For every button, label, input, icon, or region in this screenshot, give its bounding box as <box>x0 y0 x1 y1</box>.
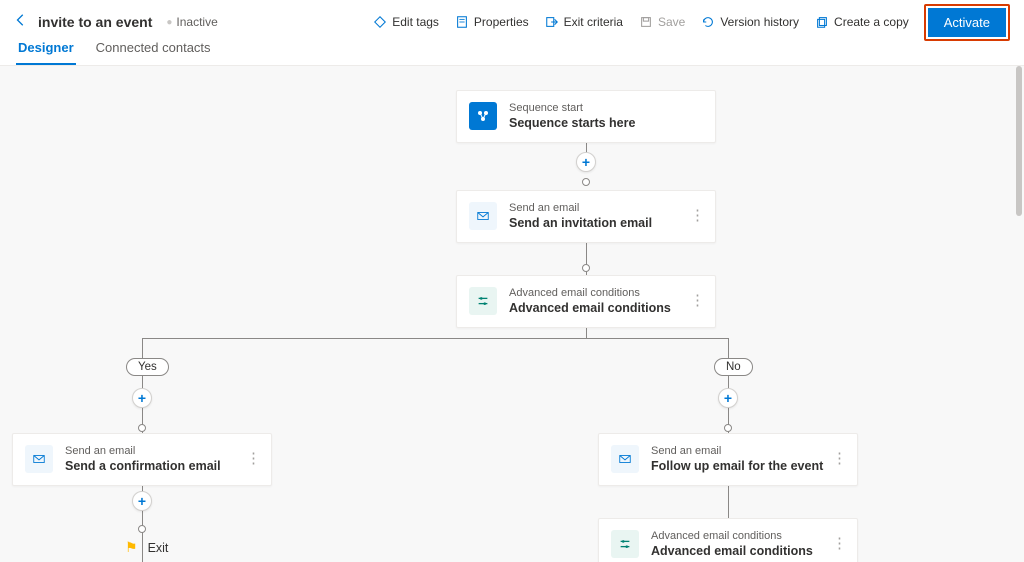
edit-tags-button[interactable]: Edit tags <box>366 11 446 33</box>
port <box>724 424 732 432</box>
create-copy-button[interactable]: Create a copy <box>808 11 916 33</box>
tab-connected-contacts[interactable]: Connected contacts <box>96 40 211 65</box>
node-title: Send an invitation email <box>509 215 652 231</box>
node-exit[interactable]: ⚑ Exit <box>125 539 168 556</box>
add-step-button[interactable]: + <box>718 388 738 408</box>
node-menu-icon[interactable]: ⋮ <box>690 298 705 304</box>
connector <box>142 338 728 339</box>
version-history-button[interactable]: Version history <box>694 11 806 33</box>
node-title: Follow up email for the event <box>651 458 823 474</box>
email-icon <box>611 445 639 473</box>
branch-no-pill: No <box>714 358 753 376</box>
node-menu-icon[interactable]: ⋮ <box>246 456 261 462</box>
activate-highlight: Activate <box>924 4 1010 41</box>
back-icon[interactable] <box>14 13 28 32</box>
node-send-invitation[interactable]: Send an email Send an invitation email ⋮ <box>456 190 716 243</box>
designer-canvas[interactable]: + Yes No + + + Sequence start Sequence s… <box>0 66 1024 562</box>
node-advanced-conditions-2[interactable]: Advanced email conditions Advanced email… <box>598 518 858 562</box>
add-step-button[interactable]: + <box>132 491 152 511</box>
node-title: Advanced email conditions <box>509 300 671 316</box>
save-label: Save <box>658 15 685 29</box>
exit-label: Exit <box>148 541 169 555</box>
exit-criteria-label: Exit criteria <box>564 15 623 29</box>
node-subtitle: Advanced email conditions <box>651 529 813 543</box>
node-subtitle: Send an email <box>651 444 823 458</box>
create-copy-label: Create a copy <box>834 15 909 29</box>
page-title: invite to an event <box>38 14 152 30</box>
node-title: Send a confirmation email <box>65 458 221 474</box>
status-dot-icon: ● <box>166 17 172 28</box>
version-history-label: Version history <box>720 15 799 29</box>
command-bar: Edit tags Properties Exit criteria Save … <box>366 4 1010 41</box>
node-menu-icon[interactable]: ⋮ <box>690 213 705 219</box>
scrollbar[interactable] <box>1016 66 1022 216</box>
status-text: Inactive <box>176 15 217 29</box>
node-title: Sequence starts here <box>509 115 635 131</box>
port <box>138 525 146 533</box>
connector <box>142 338 143 433</box>
save-button: Save <box>632 11 692 33</box>
node-subtitle: Advanced email conditions <box>509 286 671 300</box>
tab-bar: Designer Connected contacts <box>0 36 1024 66</box>
node-title: Advanced email conditions <box>651 543 813 559</box>
header-bar: invite to an event ● Inactive Edit tags … <box>0 0 1024 36</box>
branch-yes-pill: Yes <box>126 358 169 376</box>
condition-icon <box>611 530 639 558</box>
email-icon <box>25 445 53 473</box>
node-subtitle: Send an email <box>65 444 221 458</box>
node-subtitle: Send an email <box>509 201 652 215</box>
flag-icon: ⚑ <box>125 539 138 556</box>
condition-icon <box>469 287 497 315</box>
node-menu-icon[interactable]: ⋮ <box>832 541 847 547</box>
node-subtitle: Sequence start <box>509 101 635 115</box>
node-send-confirmation[interactable]: Send an email Send a confirmation email … <box>12 433 272 486</box>
node-sequence-start[interactable]: Sequence start Sequence starts here <box>456 90 716 143</box>
node-follow-up[interactable]: Send an email Follow up email for the ev… <box>598 433 858 486</box>
connector <box>586 239 587 279</box>
edit-tags-label: Edit tags <box>392 15 439 29</box>
connector <box>728 338 729 433</box>
port <box>582 264 590 272</box>
node-menu-icon[interactable]: ⋮ <box>832 456 847 462</box>
activate-button[interactable]: Activate <box>928 8 1006 37</box>
add-step-button[interactable]: + <box>576 152 596 172</box>
port <box>582 178 590 186</box>
tab-designer[interactable]: Designer <box>18 40 74 65</box>
email-icon <box>469 202 497 230</box>
port <box>138 424 146 432</box>
properties-button[interactable]: Properties <box>448 11 536 33</box>
properties-label: Properties <box>474 15 529 29</box>
exit-criteria-button[interactable]: Exit criteria <box>538 11 630 33</box>
sequence-start-icon <box>469 102 497 130</box>
node-advanced-conditions[interactable]: Advanced email conditions Advanced email… <box>456 275 716 328</box>
add-step-button[interactable]: + <box>132 388 152 408</box>
